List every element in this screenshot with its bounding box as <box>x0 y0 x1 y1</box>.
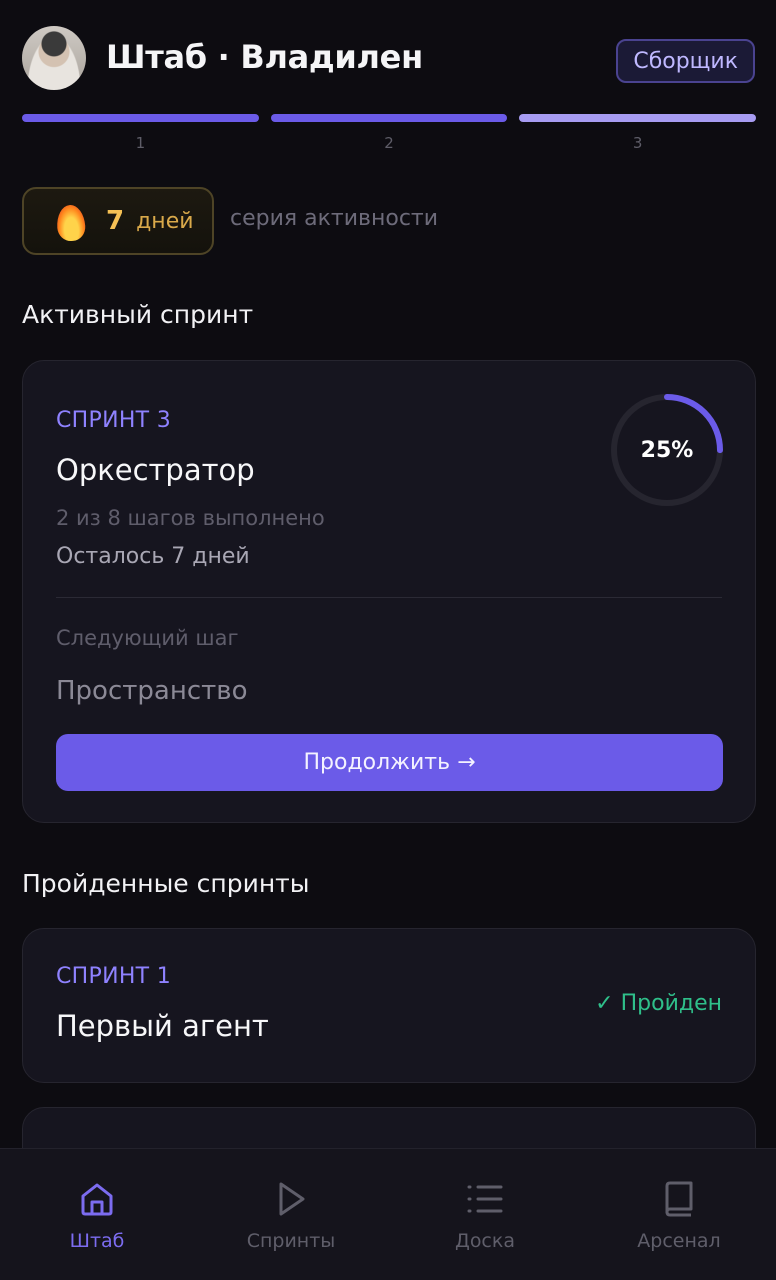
step-bar <box>22 114 259 122</box>
step-number: 1 <box>135 134 146 152</box>
home-icon <box>81 1183 113 1216</box>
next-step-label: Следующий шаг <box>56 626 239 650</box>
nav-item-arsenal[interactable]: Арсенал <box>582 1149 776 1280</box>
step-number: 2 <box>384 134 394 152</box>
step-bar <box>270 114 508 122</box>
sprint-number: СПРИНТ 3 <box>56 408 171 433</box>
progress-percent: 25% <box>640 437 694 463</box>
streak-unit: дней <box>136 208 194 234</box>
streak-count: 7 <box>106 206 125 236</box>
continue-button[interactable]: Продолжить → <box>56 734 723 791</box>
streak-badge[interactable]: 7 дней <box>22 187 214 255</box>
step-1: 1 <box>22 114 259 152</box>
completed-status: ✓ Пройден <box>595 991 722 1016</box>
list-icon <box>467 1185 503 1213</box>
completed-sprint-card[interactable]: СПРИНТ 1 Первый агент ✓ Пройден <box>22 928 756 1083</box>
active-sprint-card[interactable]: СПРИНТ 3 Оркестратор 2 из 8 шагов выполн… <box>22 360 756 823</box>
streak-caption: серия активности <box>230 206 439 231</box>
sprint-number: СПРИНТ 1 <box>56 964 171 989</box>
step-bar <box>519 114 757 122</box>
sprint-progress-text: 2 из 8 шагов выполнено <box>56 506 325 530</box>
step-number: 3 <box>632 134 643 152</box>
active-sprint-heading: Активный спринт <box>22 300 254 329</box>
app-screen: Штаб · Владилен Сборщик 1 2 3 7 дней сер… <box>0 0 776 1280</box>
sprint-name: Оркестратор <box>56 453 255 487</box>
step-2: 2 <box>270 114 508 152</box>
divider <box>56 597 722 598</box>
nav-item-board[interactable]: Доска <box>388 1149 582 1280</box>
role-badge[interactable]: Сборщик <box>616 39 755 83</box>
nav-label: Штаб <box>69 1230 125 1252</box>
step-progress: 1 2 3 <box>22 114 757 152</box>
avatar[interactable] <box>22 26 86 90</box>
page-title: Штаб · Владилен <box>106 38 423 76</box>
sprint-name: Первый агент <box>56 1009 269 1043</box>
step-3: 3 <box>519 114 757 152</box>
completed-sprints-heading: Пройденные спринты <box>22 869 310 898</box>
sprint-remaining: Осталось 7 дней <box>56 544 250 569</box>
nav-item-home[interactable]: Штаб <box>0 1149 194 1280</box>
nav-label: Спринты <box>246 1230 336 1252</box>
nav-label: Доска <box>454 1230 516 1252</box>
book-icon <box>665 1181 693 1217</box>
nav-item-sprints[interactable]: Спринты <box>194 1149 388 1280</box>
fire-icon <box>54 201 88 241</box>
play-icon <box>279 1182 305 1216</box>
bottom-nav: Штаб Спринты Доска Арсенал <box>0 1148 776 1280</box>
next-step-name: Пространство <box>56 676 248 706</box>
nav-label: Арсенал <box>637 1230 721 1252</box>
